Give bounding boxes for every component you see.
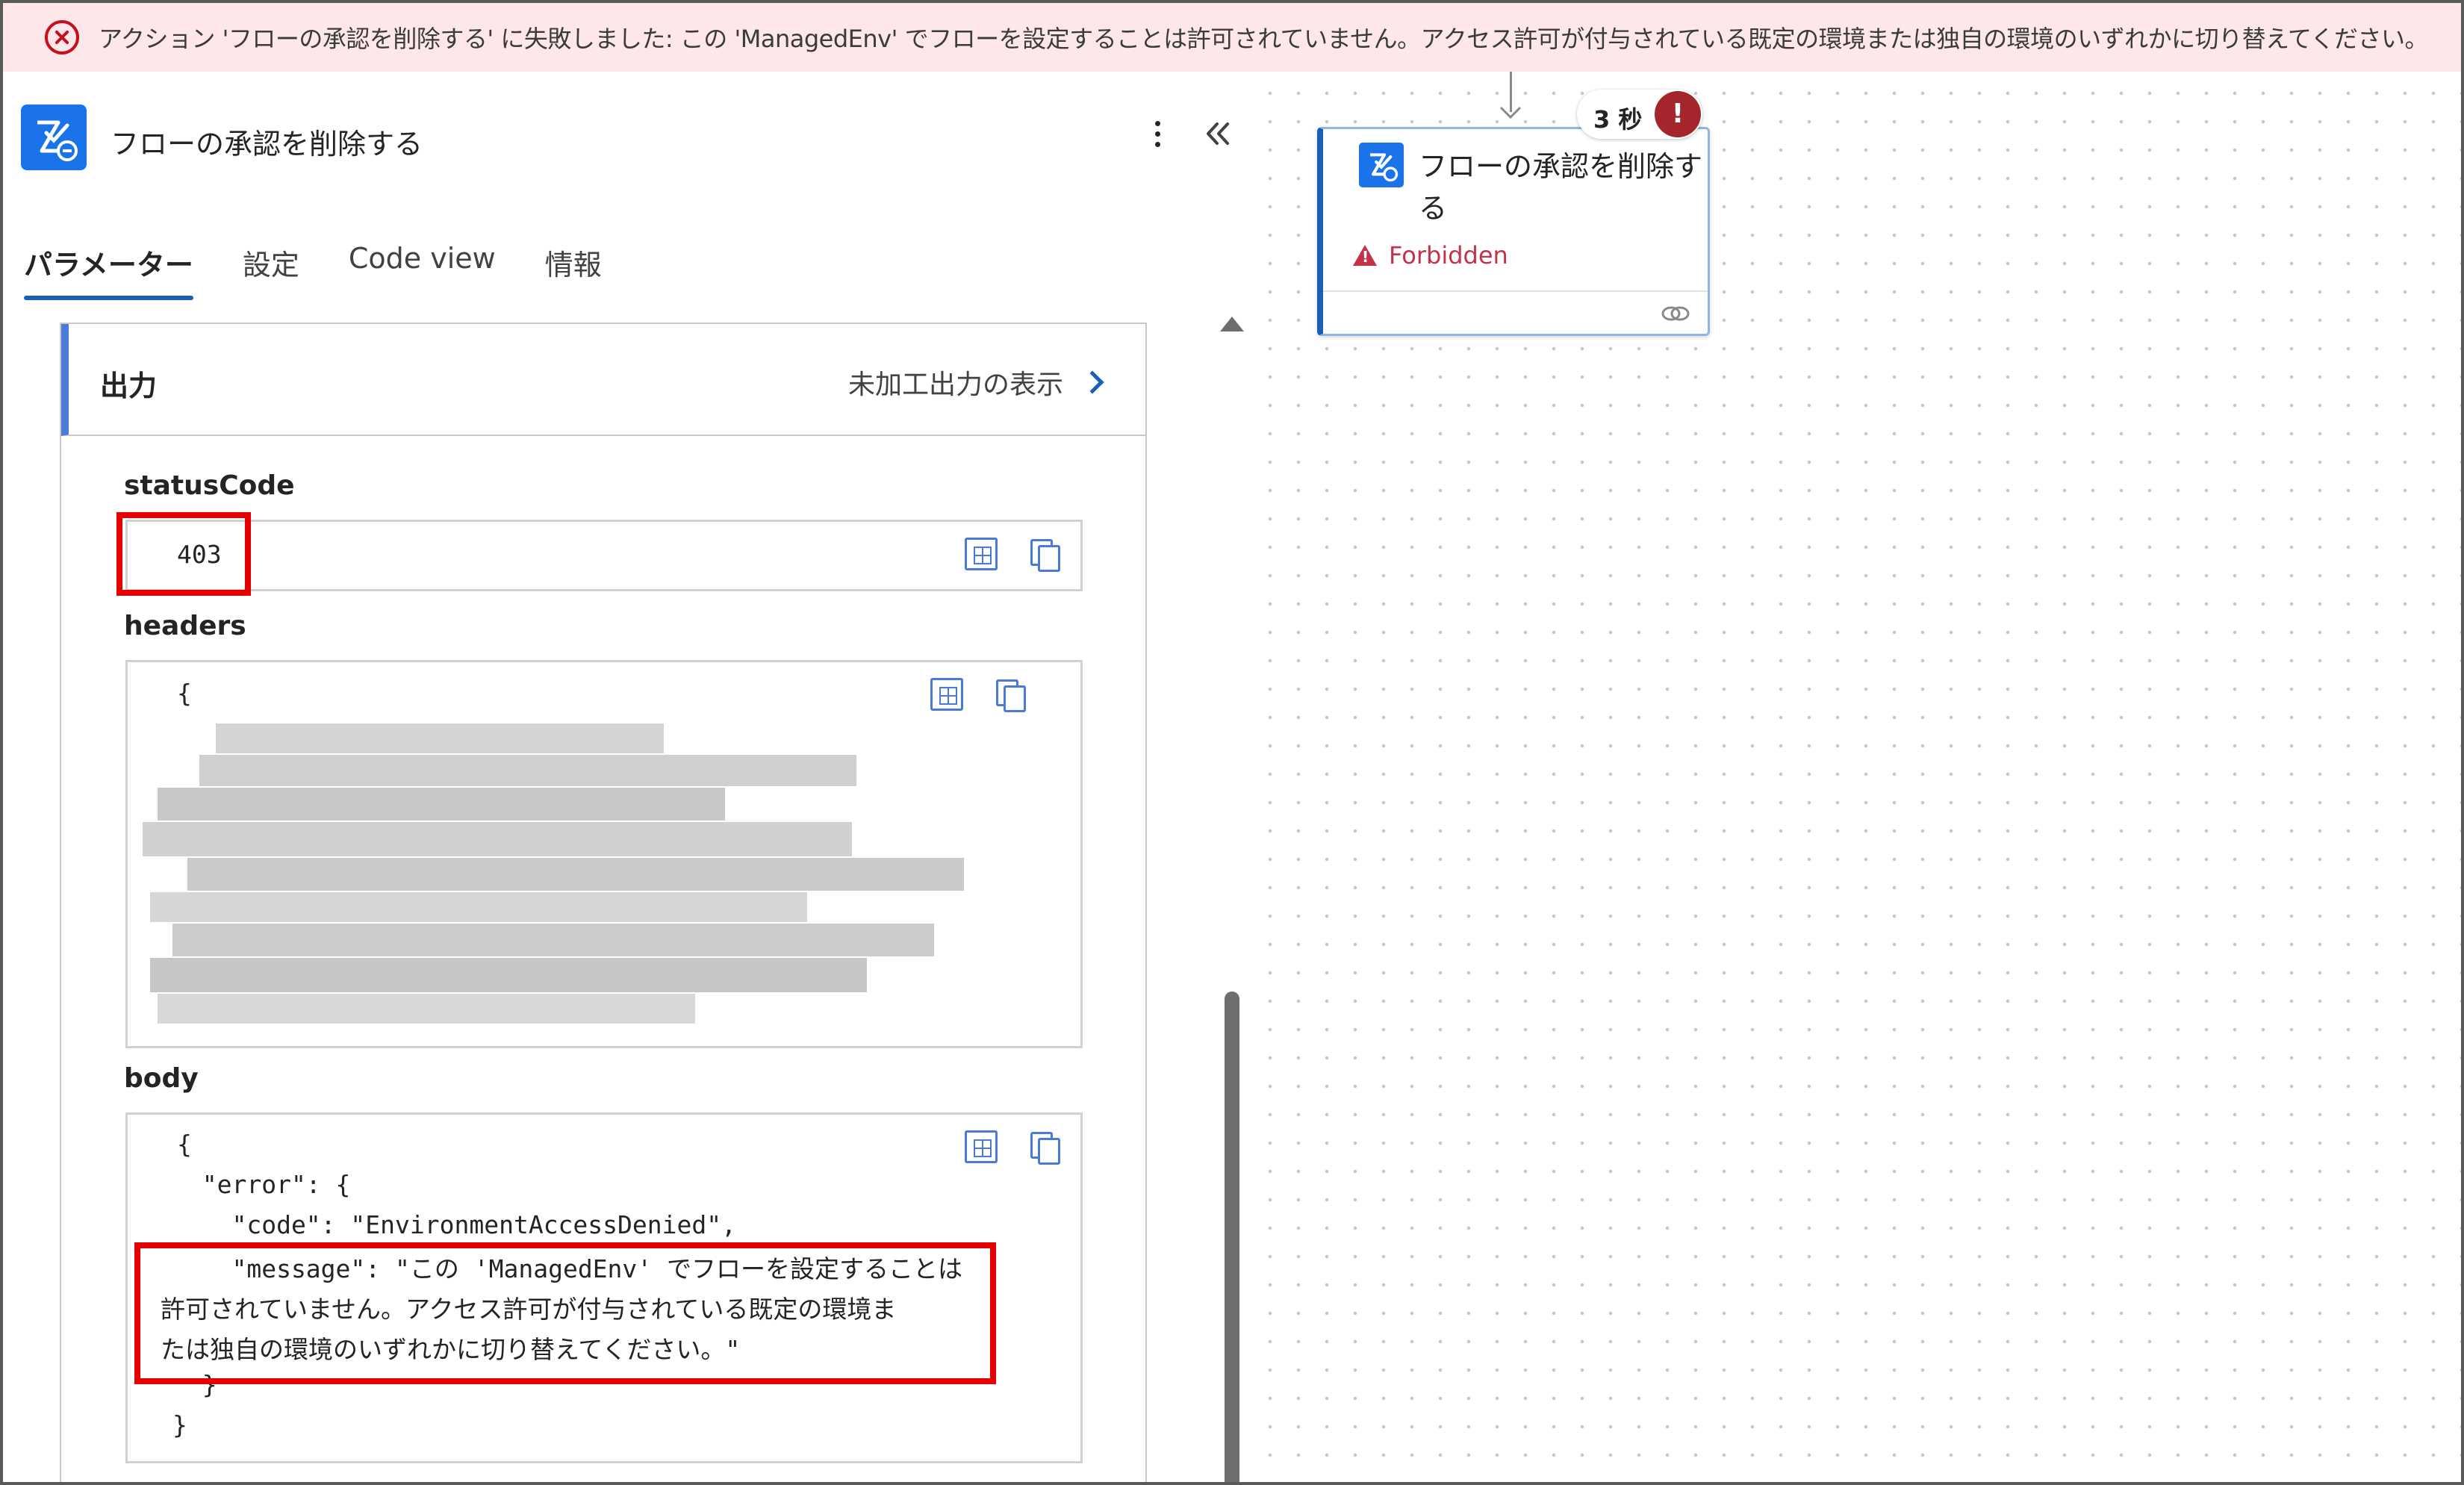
copy-icon[interactable] (993, 676, 1026, 712)
raw-output-label: 未加工出力の表示 (847, 370, 1063, 400)
window: アクション 'フローの承認を削除する' に失敗しました: この 'Managed… (0, 0, 2464, 1485)
double-chevron-left-icon (1207, 122, 1229, 145)
collapse-panel-button[interactable] (1201, 113, 1236, 154)
body-line: "error": { (172, 1170, 351, 1199)
error-circle-icon (45, 20, 79, 55)
tab-settings[interactable]: 設定 (243, 234, 299, 306)
error-badge-icon: ! (1655, 91, 1701, 137)
node-status-text: Forbidden (1389, 241, 1508, 270)
tab-info[interactable]: 情報 (545, 234, 602, 306)
headers-field[interactable]: { (125, 660, 1083, 1048)
body-line: { (177, 1130, 192, 1159)
connector-arrow-icon (1499, 106, 1522, 119)
link-icon[interactable] (1660, 302, 1691, 325)
duration-badge: 3 秒 ! (1577, 90, 1702, 139)
flow-action-node[interactable]: フローの承認を削除する Forbidden (1317, 127, 1710, 336)
chevron-right-icon (1080, 370, 1104, 394)
body-line: } (172, 1410, 187, 1439)
scroll-up-arrow[interactable] (1220, 317, 1244, 331)
highlight-error-message (134, 1242, 996, 1384)
headers-label: headers (124, 611, 246, 641)
approval-action-icon (21, 105, 87, 170)
tab-code-view[interactable]: Code view (349, 234, 496, 306)
more-options-button[interactable] (1144, 113, 1171, 154)
copy-icon[interactable] (1027, 536, 1060, 572)
status-code-field[interactable]: 403 (125, 520, 1083, 591)
status-code-label: statusCode (124, 470, 295, 501)
panel-tabs: パラメーター 設定 Code view 情報 (24, 234, 651, 306)
error-banner-text: アクション 'フローの承認を削除する' に失敗しました: この 'Managed… (99, 25, 2429, 53)
copy-icon[interactable] (1027, 1129, 1060, 1165)
duration-text: 3 秒 (1593, 105, 1643, 134)
node-title: フローの承認を削除する (1419, 150, 1703, 225)
node-divider (1323, 290, 1708, 292)
output-header[interactable]: 出力 未加工出力の表示 (61, 324, 1145, 436)
body-label: body (124, 1063, 199, 1094)
tab-parameters[interactable]: パラメーター (24, 234, 193, 306)
table-view-icon[interactable] (965, 538, 998, 570)
scroll-thumb[interactable] (1225, 991, 1239, 1482)
headers-open-brace: { (177, 679, 192, 708)
approval-action-icon (1359, 143, 1404, 187)
node-status: Forbidden (1353, 241, 1508, 270)
output-title: 出力 (100, 370, 158, 402)
panel-scrollbar[interactable] (1217, 317, 1247, 1482)
highlight-status-code (116, 512, 251, 596)
table-view-icon[interactable] (930, 678, 963, 711)
body-line: "code": "EnvironmentAccessDenied", (172, 1210, 736, 1239)
error-banner: アクション 'フローの承認を削除する' に失敗しました: この 'Managed… (3, 3, 2461, 72)
show-raw-output-link[interactable]: 未加工出力の表示 (847, 363, 1104, 402)
panel-title: フローの承認を削除する (111, 128, 423, 161)
table-view-icon[interactable] (965, 1130, 998, 1163)
warning-icon (1353, 245, 1377, 266)
